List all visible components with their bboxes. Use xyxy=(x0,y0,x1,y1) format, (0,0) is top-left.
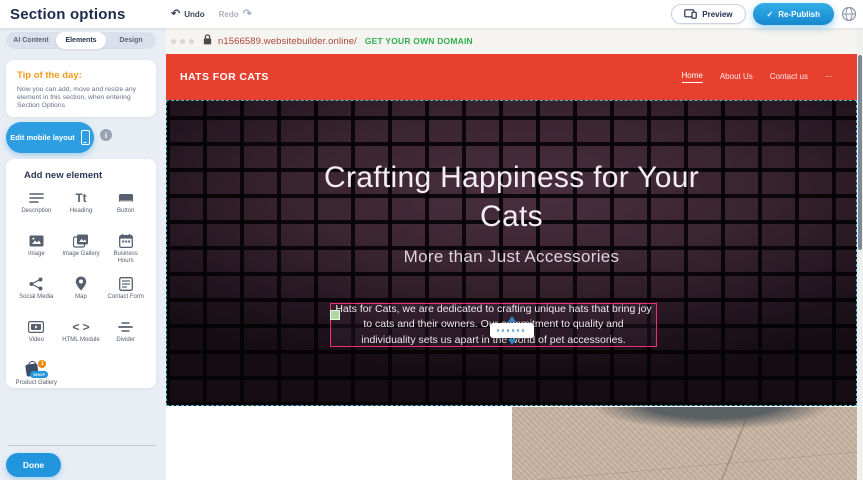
info-icon[interactable]: i xyxy=(100,129,112,141)
heading-icon: Tt xyxy=(75,189,86,206)
panel-tabs: AI Content Elements Design xyxy=(6,32,156,49)
done-button[interactable]: Done xyxy=(6,453,61,477)
undo-label: Undo xyxy=(184,10,204,19)
redo-label: Redo xyxy=(219,10,239,19)
image-gallery-icon xyxy=(73,232,89,249)
element-item-product-gallery[interactable]: 1 SHOP Product Gallery xyxy=(14,361,59,395)
panel-divider xyxy=(8,445,156,446)
window-dots xyxy=(171,39,194,44)
divider-icon xyxy=(118,318,133,335)
map-icon xyxy=(75,275,87,292)
nav-more[interactable]: ⋯ xyxy=(825,72,833,83)
redo-icon: ↷ xyxy=(243,9,252,20)
resize-grip-dots xyxy=(497,329,527,332)
tip-of-the-day-card: Tip of the day: Now you can add, move an… xyxy=(6,60,156,117)
social-media-icon xyxy=(29,275,43,292)
edit-mobile-layout-button[interactable]: Edit mobile layout xyxy=(6,122,94,153)
phone-icon xyxy=(81,130,90,145)
element-item-video[interactable]: Video xyxy=(14,318,59,352)
button-icon xyxy=(118,189,134,206)
language-globe-button[interactable] xyxy=(841,6,857,22)
element-item-image[interactable]: Image xyxy=(14,232,59,266)
element-item-description[interactable]: Description xyxy=(14,189,59,223)
undo-icon: ↶ xyxy=(171,9,180,20)
image-icon xyxy=(29,232,44,249)
element-item-contact-form[interactable]: Contact Form xyxy=(103,275,148,309)
description-icon xyxy=(29,189,44,206)
get-domain-link[interactable]: GET YOUR OWN DOMAIN xyxy=(365,36,473,46)
element-item-map[interactable]: Map xyxy=(59,275,104,309)
republish-label: Re-Publish xyxy=(778,10,820,19)
element-item-image-gallery[interactable]: Image Gallery xyxy=(59,232,104,266)
site-header[interactable]: HATS FOR CATS Home About Us Contact us ⋯ xyxy=(166,54,857,100)
site-nav: Home About Us Contact us ⋯ xyxy=(682,54,834,100)
element-item-social-media[interactable]: Social Media xyxy=(14,275,59,309)
tab-elements[interactable]: Elements xyxy=(56,32,106,49)
html-module-icon: < > xyxy=(72,318,89,335)
preview-scrollbar xyxy=(857,28,863,480)
next-section-image[interactable] xyxy=(512,407,857,480)
republish-button[interactable]: ✓ Re-Publish xyxy=(753,3,834,25)
element-item-heading[interactable]: Tt Heading xyxy=(59,189,104,223)
element-item-html-module[interactable]: < > HTML Module xyxy=(59,318,104,352)
next-site-section[interactable] xyxy=(166,406,857,480)
nav-about-us[interactable]: About Us xyxy=(720,72,753,83)
lock-icon xyxy=(203,32,212,50)
app-window: Section options ↶ Undo Redo ↷ Preview ✓ xyxy=(0,0,863,480)
globe-icon xyxy=(841,6,857,22)
resize-arrow-up-icon xyxy=(508,316,516,322)
hero-subheading[interactable]: More than Just Accessories xyxy=(404,247,620,267)
tip-body: Now you can add, move and resize any ele… xyxy=(17,86,145,109)
add-element-title: Add new element xyxy=(24,170,148,181)
browser-bar: n1566589.websitebuilder.online/ GET YOUR… xyxy=(166,28,857,54)
top-toolbar: Section options ↶ Undo Redo ↷ Preview ✓ xyxy=(0,0,863,28)
add-element-card: Add new element Description Tt Heading xyxy=(6,159,156,388)
preview-button[interactable]: Preview xyxy=(671,4,745,24)
nav-contact-us[interactable]: Contact us xyxy=(770,72,808,83)
window-dot xyxy=(171,39,176,44)
site-preview-canvas: n1566589.websitebuilder.online/ GET YOUR… xyxy=(166,28,857,480)
section-resize-handle[interactable] xyxy=(490,323,534,338)
notification-badge: 1 xyxy=(38,360,46,368)
product-gallery-icon: 1 SHOP xyxy=(26,361,46,378)
window-dot xyxy=(180,39,185,44)
element-grid: Description Tt Heading Button Ima xyxy=(14,189,148,395)
hero-section[interactable]: Crafting Happiness for Your Cats More th… xyxy=(166,100,857,406)
check-icon: ✓ xyxy=(767,10,774,19)
nav-home[interactable]: Home xyxy=(682,71,703,83)
contact-form-icon xyxy=(119,275,133,292)
video-icon xyxy=(28,318,44,335)
resize-arrow-down-icon xyxy=(508,339,516,345)
devices-icon xyxy=(684,9,697,19)
site-logo[interactable]: HATS FOR CATS xyxy=(180,71,269,83)
window-dot xyxy=(189,39,194,44)
hero-heading[interactable]: Crafting Happiness for Your Cats xyxy=(312,158,712,236)
business-hours-icon xyxy=(119,232,133,249)
element-item-divider[interactable]: Divider xyxy=(103,318,148,352)
scrollbar-thumb[interactable] xyxy=(858,55,862,250)
edit-mobile-label: Edit mobile layout xyxy=(10,133,75,142)
undo-button[interactable]: ↶ Undo xyxy=(171,9,205,20)
element-drag-handle[interactable] xyxy=(330,310,340,320)
site-url[interactable]: n1566589.websitebuilder.online/ xyxy=(218,36,357,47)
undo-redo-group: ↶ Undo Redo ↷ xyxy=(171,0,252,28)
shop-tag: SHOP xyxy=(30,371,48,378)
tab-ai-content[interactable]: AI Content xyxy=(6,32,56,49)
page-title: Section options xyxy=(10,6,126,23)
element-item-button[interactable]: Button xyxy=(103,189,148,223)
element-item-business-hours[interactable]: Business Hours xyxy=(103,232,148,266)
redo-button[interactable]: Redo ↷ xyxy=(219,9,252,20)
tip-title: Tip of the day: xyxy=(17,70,145,81)
section-options-panel: AI Content Elements Design Tip of the da… xyxy=(0,28,166,480)
preview-label: Preview xyxy=(702,10,732,19)
top-actions: Preview ✓ Re-Publish xyxy=(671,0,857,28)
tab-design[interactable]: Design xyxy=(106,32,156,49)
